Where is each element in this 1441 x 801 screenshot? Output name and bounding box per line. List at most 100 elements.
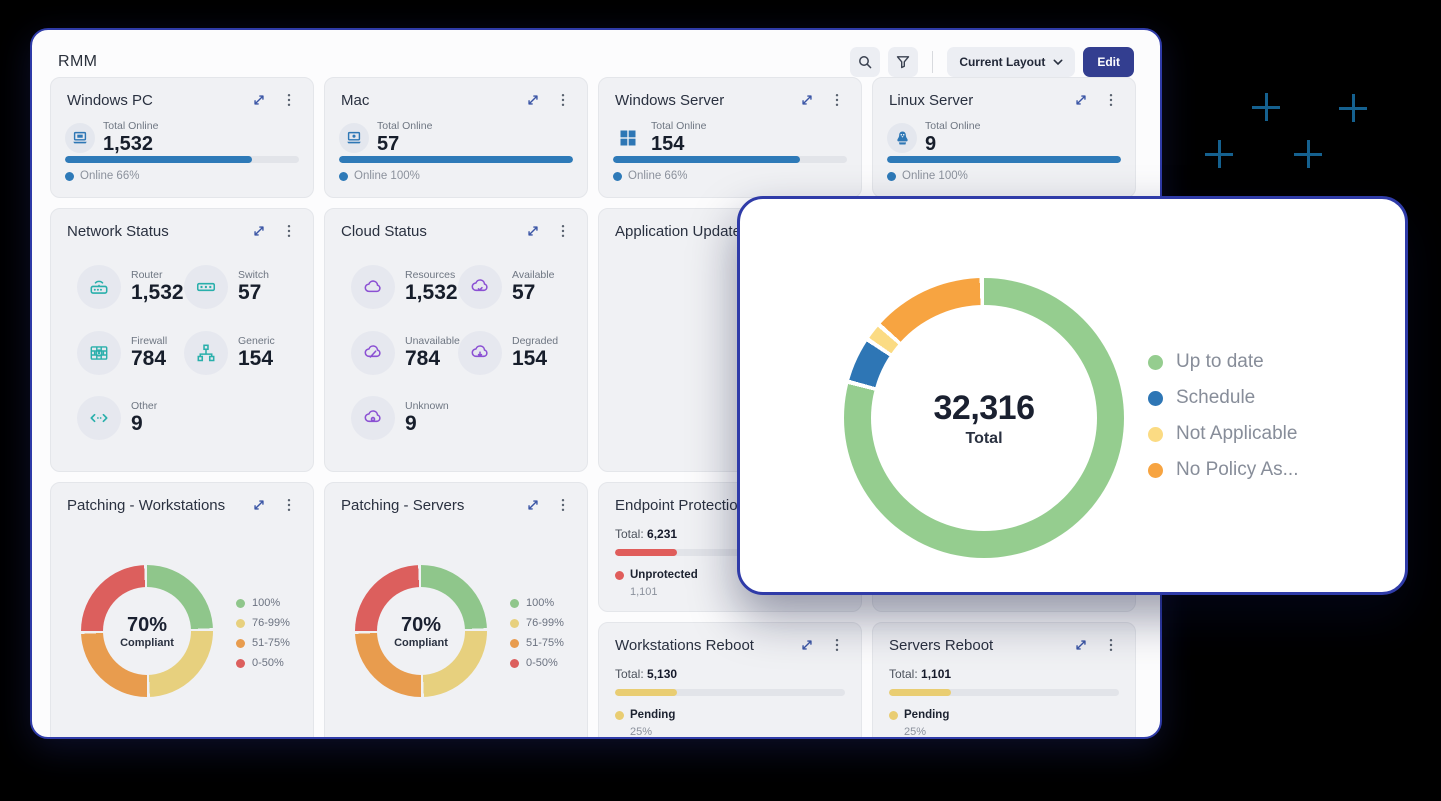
filter-button[interactable]: [888, 47, 918, 77]
pending-progress-track: [615, 689, 845, 696]
status-value: 25%: [904, 726, 926, 738]
online-progress-track: [887, 156, 1121, 163]
card-title: Patching - Servers: [341, 497, 464, 514]
stat-value: 784: [405, 347, 460, 371]
online-status-text: Online 100%: [902, 170, 968, 182]
expand-icon[interactable]: [525, 497, 541, 513]
legend-dot: [1148, 463, 1163, 478]
card-title: Patching - Workstations: [67, 497, 225, 514]
expand-icon[interactable]: [1073, 637, 1089, 653]
expand-icon[interactable]: [799, 92, 815, 108]
kebab-menu-icon[interactable]: [555, 223, 571, 239]
kebab-menu-icon[interactable]: [1103, 92, 1119, 108]
status-dot: [615, 571, 624, 580]
expand-icon[interactable]: [525, 92, 541, 108]
cloud-icon: [351, 265, 395, 309]
expand-icon[interactable]: [525, 223, 541, 239]
expand-icon[interactable]: [251, 223, 267, 239]
stat-value: 154: [512, 347, 558, 371]
legend-dot: [236, 619, 245, 628]
legend-label: Up to date: [1176, 351, 1264, 373]
kebab-menu-icon[interactable]: [829, 92, 845, 108]
stat-value: 9: [405, 412, 449, 436]
online-status-text: Online 66%: [80, 170, 139, 182]
firewall-icon: [77, 331, 121, 375]
stat-label: Unknown: [405, 400, 449, 412]
card-title: Windows PC: [67, 92, 153, 109]
donut-center-value: 70%: [401, 614, 441, 637]
stat-label: Available: [512, 269, 554, 281]
patching-legend: 100% 76-99% 51-75% 0-50%: [236, 597, 290, 669]
current-layout-dropdown[interactable]: Current Layout: [947, 47, 1075, 77]
kebab-menu-icon[interactable]: [1103, 637, 1119, 653]
search-button[interactable]: [850, 47, 880, 77]
online-progress-fill: [887, 156, 1121, 163]
other-device-icon: [77, 396, 121, 440]
legend-label: 100%: [526, 597, 554, 609]
card-title: Cloud Status: [341, 223, 427, 240]
filter-icon: [895, 54, 911, 70]
patch-status-donut-chart: 32,316 Total: [844, 278, 1124, 558]
total-label: Total:: [889, 667, 918, 681]
stat-value: 154: [238, 347, 275, 371]
stat-label: Firewall: [131, 335, 167, 347]
legend-label: Not Applicable: [1176, 423, 1297, 445]
legend-dot: [236, 659, 245, 668]
card-title: Linux Server: [889, 92, 973, 109]
legend-dot: [510, 619, 519, 628]
servers-reboot-card: Servers Reboot Total: 1,101 Pending 25%: [872, 622, 1136, 739]
mac-card: Mac Total Online 57 Online 100%: [324, 77, 588, 198]
patch-status-legend: Up to date Schedule Not Applicable No Po…: [1148, 351, 1299, 481]
online-progress-track: [339, 156, 573, 163]
plus-decoration-icon: [1205, 140, 1233, 168]
legend-dot: [236, 599, 245, 608]
kebab-menu-icon[interactable]: [555, 92, 571, 108]
header-divider: [932, 51, 933, 73]
unprotected-progress-fill: [615, 549, 677, 556]
stat-label: Unavailable: [405, 335, 460, 347]
expand-icon[interactable]: [251, 497, 267, 513]
network-status-card: Network Status Router 1,532 Switch 57: [50, 208, 314, 472]
stat-value: 57: [377, 133, 432, 156]
stat-value: 154: [651, 133, 706, 156]
patching-servers-card: Patching - Servers 70% Compliant 100% 76…: [324, 482, 588, 739]
legend-dot: [1148, 391, 1163, 406]
stat-value: 9: [925, 133, 980, 156]
online-progress-fill: [339, 156, 573, 163]
search-icon: [857, 54, 873, 70]
patching-compliance-donut-chart: 70% Compliant: [81, 565, 213, 697]
card-title: Mac: [341, 92, 369, 109]
kebab-menu-icon[interactable]: [281, 497, 297, 513]
mac-laptop-icon: [339, 123, 369, 153]
plus-decoration-icon: [1294, 140, 1322, 168]
plus-decoration-icon: [1252, 93, 1280, 121]
stat-label: Generic: [238, 335, 275, 347]
donut-center-label: Compliant: [120, 637, 174, 649]
patch-status-overlay-card: 32,316 Total Up to date Schedule Not App…: [737, 196, 1408, 595]
stat-label: Resources: [405, 269, 458, 281]
status-dot: [615, 711, 624, 720]
legend-dot: [510, 639, 519, 648]
switch-icon: [184, 265, 228, 309]
total-label: Total:: [615, 527, 644, 541]
router-icon: [77, 265, 121, 309]
kebab-menu-icon[interactable]: [555, 497, 571, 513]
workstations-reboot-card: Workstations Reboot Total: 5,130 Pending…: [598, 622, 862, 739]
generic-device-icon: [184, 331, 228, 375]
stat-label: Router: [131, 269, 184, 281]
expand-icon[interactable]: [251, 92, 267, 108]
legend-label: 51-75%: [526, 637, 564, 649]
expand-icon[interactable]: [799, 637, 815, 653]
stat-value: 784: [131, 347, 167, 371]
legend-label: No Policy As...: [1176, 459, 1299, 481]
expand-icon[interactable]: [1073, 92, 1089, 108]
windows-logo-icon: [613, 123, 643, 153]
kebab-menu-icon[interactable]: [281, 92, 297, 108]
patching-workstations-card: Patching - Workstations 70% Compliant 10…: [50, 482, 314, 739]
online-progress-track: [613, 156, 847, 163]
kebab-menu-icon[interactable]: [829, 637, 845, 653]
windows-pc-laptop-icon: [65, 123, 95, 153]
edit-button[interactable]: Edit: [1083, 47, 1134, 77]
kebab-menu-icon[interactable]: [281, 223, 297, 239]
status-dot: [889, 711, 898, 720]
